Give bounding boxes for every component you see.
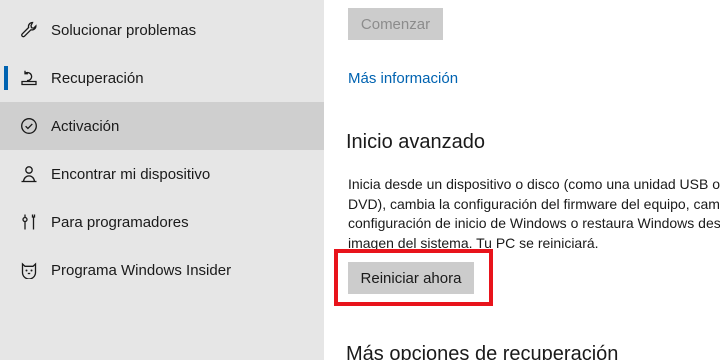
restart-now-button[interactable]: Reiniciar ahora (348, 262, 474, 294)
developer-tools-icon (20, 213, 38, 231)
wrench-icon (20, 21, 38, 39)
description-line: imagen del sistema. Tu PC se reiniciará. (348, 234, 599, 251)
sidebar-item-activation[interactable]: Activación (0, 102, 324, 150)
start-button[interactable]: Comenzar (348, 8, 443, 40)
settings-sidebar: Solucionar problemas Recuperación Activa… (0, 0, 324, 360)
description-line: Inicia desde un dispositivo o disco (com… (348, 176, 720, 192)
sidebar-item-find-my-device[interactable]: Encontrar mi dispositivo (0, 150, 324, 198)
more-info-link[interactable]: Más información (348, 70, 458, 87)
description-line: DVD), cambia la configuración del firmwa… (348, 195, 720, 212)
sidebar-item-label: Para programadores (51, 213, 189, 231)
main-content: Comenzar Más información Inicio avanzado… (324, 0, 720, 360)
advanced-startup-description: Inicia desde un dispositivo o disco (com… (348, 175, 720, 253)
activation-check-icon (20, 117, 38, 135)
sidebar-item-label: Solucionar problemas (51, 21, 197, 39)
sidebar-item-windows-insider[interactable]: Programa Windows Insider (0, 246, 324, 294)
sidebar-item-label: Programa Windows Insider (51, 261, 232, 279)
sidebar-item-label: Encontrar mi dispositivo (51, 165, 211, 183)
insider-cat-icon (20, 261, 38, 279)
recovery-icon (20, 69, 38, 87)
more-recovery-options-title: Más opciones de recuperación (346, 343, 619, 360)
sidebar-item-troubleshoot[interactable]: Solucionar problemas (0, 6, 324, 54)
person-location-icon (20, 165, 38, 183)
sidebar-item-recovery[interactable]: Recuperación (0, 54, 324, 102)
sidebar-item-developers[interactable]: Para programadores (0, 198, 324, 246)
description-line: configuración de inicio de Windows o res… (348, 215, 720, 231)
sidebar-item-label: Activación (51, 117, 120, 135)
advanced-startup-title: Inicio avanzado (346, 131, 485, 153)
sidebar-item-label: Recuperación (51, 69, 144, 87)
